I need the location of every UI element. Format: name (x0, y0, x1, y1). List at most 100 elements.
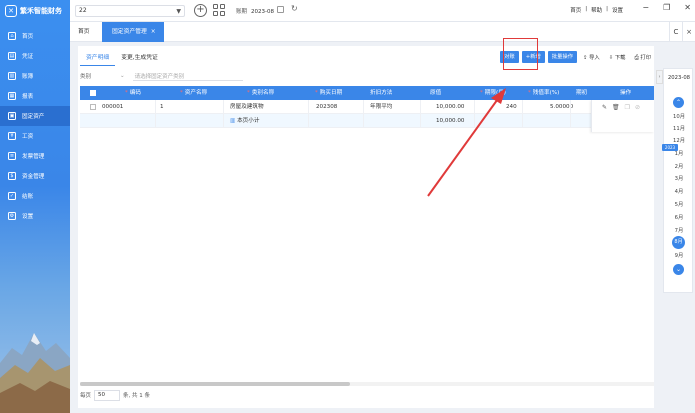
batch-operation-button[interactable]: 批量操作 (547, 51, 577, 63)
period-label: 账期 (236, 9, 248, 15)
subtotal-row: ▥ 本页小计 10,000.00 (80, 114, 654, 128)
sidebar-item-book[interactable]: ▥ 账簿 (0, 66, 70, 86)
col-purchase-date[interactable]: * 购买日期 (315, 86, 342, 100)
col-code[interactable]: * 编码 (125, 86, 141, 100)
month-item[interactable]: 12月 (664, 136, 694, 144)
refresh-icon[interactable]: ↻ (291, 4, 298, 13)
col-operation: 操作 (620, 90, 632, 96)
sidebar-item-invoice[interactable]: ≡ 发票管理 (0, 146, 70, 166)
delete-icon[interactable]: 🗑 (612, 104, 620, 111)
tab-bar: 首页 固定资产管理 × C × (70, 22, 695, 42)
salary-icon: ¥ (8, 132, 16, 140)
row-operations: ✎ 🗑 ❐ ⊘ (591, 100, 654, 132)
sidebar-item-label: 设置 (22, 214, 34, 220)
print-label: 打印 (640, 54, 651, 61)
month-item[interactable]: 7月 (664, 226, 694, 234)
month-item[interactable]: 2月 (664, 162, 694, 170)
month-item[interactable]: 10月 (664, 112, 694, 120)
filter-row: 类别 ⌄ 请选择固定资产类别 (80, 70, 243, 82)
month-item[interactable]: 5月 (664, 200, 694, 208)
mountain-illustration (0, 333, 70, 413)
sidebar-item-label: 首页 (22, 34, 34, 40)
reload-tab-icon[interactable]: C (669, 22, 682, 42)
subtotal-value: 10,000.00 (436, 118, 465, 124)
minimize-icon[interactable]: − (642, 3, 649, 12)
sidebar-item-home[interactable]: ⌂ 首页 (0, 26, 70, 46)
period-display: 账期 2023-08 (236, 7, 274, 15)
sidebar-item-salary[interactable]: ¥ 工资 (0, 126, 70, 146)
month-item[interactable]: 9月 (664, 251, 694, 259)
add-circle-icon[interactable]: + (194, 4, 207, 17)
calendar-icon[interactable] (277, 6, 284, 13)
top-bar: 22 ▼ + 账期 2023-08 ↻ 首页 | 帮助 | 设置 − ❐ ✕ (70, 0, 695, 22)
lock-icon[interactable]: ⊘ (635, 104, 640, 111)
asset-panel: 资产明细 变更,生成凭证 对账 +新增 批量操作 ⇪ 导入 ⇩ 下载 ⎙ 打印 … (78, 38, 654, 408)
edit-icon[interactable]: ✎ (602, 104, 607, 111)
sidebar-item-label: 工资 (22, 134, 34, 140)
account-select[interactable]: 22 ▼ (75, 5, 185, 17)
tab-change-voucher[interactable]: 变更,生成凭证 (115, 50, 164, 66)
print-button[interactable]: ⎙ 打印 (631, 53, 654, 62)
pagination: 每页 50 条, 共 1 条 (80, 389, 150, 401)
close-all-tabs-icon[interactable]: × (682, 22, 695, 42)
month-item[interactable]: 3月 (664, 174, 694, 182)
chevron-down-icon[interactable]: ⌄ (673, 264, 684, 275)
tab-asset-details[interactable]: 资产明细 (80, 50, 116, 66)
col-depreciation-method[interactable]: 折旧方法 (370, 86, 392, 100)
download-button[interactable]: ⇩ 下载 (606, 53, 629, 61)
top-link-separator: | (606, 6, 608, 12)
op-icons: ✎ 🗑 ❐ ⊘ (602, 104, 640, 111)
sub-tabs: 资产明细 变更,生成凭证 (80, 50, 164, 66)
window-controls: − ❐ ✕ (642, 3, 691, 12)
sidebar-item-settings[interactable]: ⚙ 设置 (0, 206, 70, 226)
apps-grid-icon[interactable] (213, 4, 225, 16)
page-size-input[interactable]: 50 (94, 389, 121, 401)
home-icon: ⌂ (8, 32, 16, 40)
account-select-value: 22 (79, 7, 87, 14)
voucher-icon: ▤ (8, 52, 16, 60)
col-term-months[interactable]: * 期限(月) (480, 86, 506, 100)
sidebar-item-fixed-assets[interactable]: ▣ 固定资产 (0, 106, 70, 126)
sidebar: ✕ 繁禾智能财务 ⌂ 首页 ▤ 凭证 ▥ 账簿 ▦ 报表 ▣ 固定资产 ¥ 工资 ≡ 发票管理… (0, 0, 70, 413)
sidebar-item-fund[interactable]: $ 资金管理 (0, 166, 70, 186)
tab-actions: C × (669, 22, 695, 42)
month-item[interactable]: 11月 (664, 124, 694, 132)
tab-home[interactable]: 首页 (78, 22, 90, 42)
collapse-handle-icon[interactable]: › (656, 70, 663, 84)
col-original-value[interactable]: 原值 (430, 86, 441, 100)
cell-asset-name: 1 (160, 104, 164, 110)
invoice-icon: ≡ (8, 152, 16, 160)
select-all-checkbox[interactable] (90, 90, 96, 96)
col-opening[interactable]: 期初 (576, 86, 587, 100)
sidebar-item-close-account[interactable]: ✓ 结账 (0, 186, 70, 206)
col-asset-name[interactable]: * 资产名称 (180, 86, 207, 100)
sidebar-item-voucher[interactable]: ▤ 凭证 (0, 46, 70, 66)
category-filter-input[interactable]: 请选择固定资产类别 (132, 72, 243, 81)
close-account-icon: ✓ (8, 192, 16, 200)
scrollbar-thumb[interactable] (80, 382, 350, 386)
col-category[interactable]: * 类别名称 (247, 86, 274, 100)
col-residual-rate[interactable]: * 残值率(%) (528, 86, 559, 100)
close-window-icon[interactable]: ✕ (684, 3, 691, 12)
month-item[interactable]: 6月 (664, 213, 694, 221)
settings-icon: ⚙ (8, 212, 16, 220)
cell-category: 房屋及建筑物 (230, 104, 264, 110)
table-row[interactable]: 000001 1 房屋及建筑物 202308 年限平均 10,000.00 24… (80, 100, 654, 114)
chevron-up-icon[interactable]: ⌃ (673, 97, 684, 108)
app-name: 繁禾智能财务 (20, 7, 62, 15)
month-item[interactable]: 4月 (664, 187, 694, 195)
month-item[interactable]: 1月 (664, 149, 694, 157)
restore-icon[interactable]: ❐ (663, 3, 670, 12)
month-item-selected[interactable]: 8月 (672, 236, 685, 249)
top-link-home[interactable]: 首页 (570, 6, 581, 14)
top-link-separator: | (585, 6, 588, 12)
top-link-settings[interactable]: 设置 (612, 6, 623, 14)
copy-icon[interactable]: ❐ (625, 104, 630, 111)
period-panel-title: 2023-08 (667, 75, 691, 81)
row-checkbox[interactable] (90, 104, 96, 110)
sidebar-item-report[interactable]: ▦ 报表 (0, 86, 70, 106)
tab-fixed-asset-management[interactable]: 固定资产管理 × (102, 22, 164, 42)
tab-close-icon[interactable]: × (151, 29, 156, 35)
top-link-help[interactable]: 帮助 (591, 6, 602, 14)
import-button[interactable]: ⇪ 导入 (580, 53, 603, 61)
